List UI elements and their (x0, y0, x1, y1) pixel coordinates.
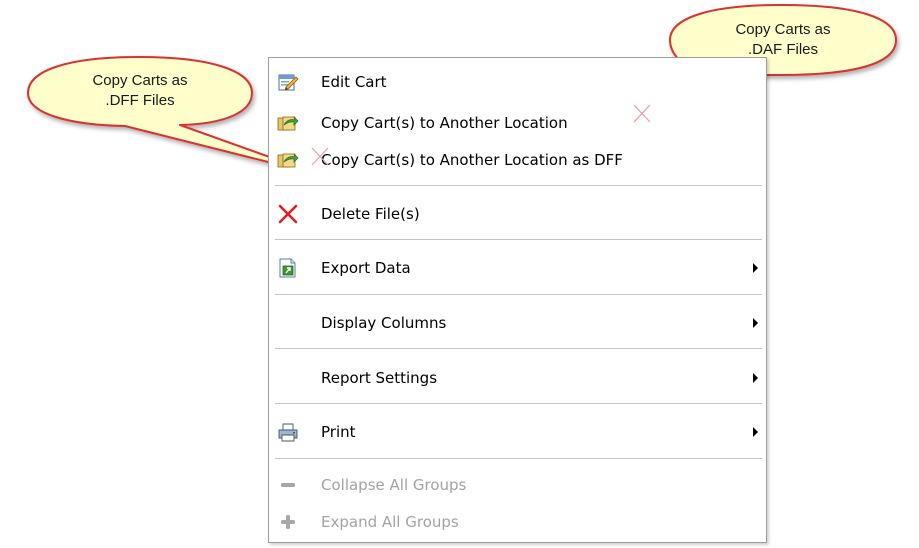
submenu-arrow-icon (753, 263, 758, 273)
menu-item-expand-all-groups[interactable]: Expand All Groups (271, 507, 764, 537)
menu-item-label: Edit Cart (321, 73, 387, 91)
menu-item-label: Display Columns (321, 314, 447, 332)
menu-separator (275, 239, 762, 240)
printer-icon (277, 422, 299, 442)
export-data-icon (277, 258, 299, 278)
menu-item-label: Copy Cart(s) to Another Location as DFF (321, 151, 623, 169)
menu-item-copy-carts[interactable]: Copy Cart(s) to Another Location (271, 108, 764, 138)
menu-item-label: Collapse All Groups (321, 476, 467, 494)
menu-item-report-settings[interactable]: Report Settings (271, 363, 764, 393)
menu-item-label: Export Data (321, 259, 411, 277)
menu-item-print[interactable]: Print (271, 417, 764, 447)
plus-icon (277, 512, 299, 532)
edit-cart-icon (277, 72, 299, 92)
menu-item-label: Print (321, 423, 356, 441)
callout-daf-text: Copy Carts as .DAF Files (735, 21, 831, 58)
menu-separator (275, 348, 762, 349)
menu-item-label: Report Settings (321, 369, 438, 387)
minus-icon (277, 475, 299, 495)
context-menu: Edit Cart Copy Cart(s) to Another Locati… (268, 57, 767, 543)
menu-item-label: Copy Cart(s) to Another Location (321, 114, 568, 132)
callout-dff-text: Copy Carts as .DFF Files (92, 72, 188, 109)
submenu-arrow-icon (753, 427, 758, 437)
menu-separator (275, 185, 762, 186)
menu-item-display-columns[interactable]: Display Columns (271, 308, 764, 338)
menu-separator (275, 403, 762, 404)
menu-item-delete-files[interactable]: Delete File(s) (271, 199, 764, 229)
menu-item-edit-cart[interactable]: Edit Cart (271, 67, 764, 97)
menu-item-collapse-all-groups[interactable]: Collapse All Groups (271, 470, 764, 500)
delete-icon (277, 204, 299, 224)
copy-carts-icon (277, 113, 299, 133)
menu-item-label: Expand All Groups (321, 513, 459, 531)
menu-item-export-data[interactable]: Export Data (271, 253, 764, 283)
submenu-arrow-icon (753, 373, 758, 383)
menu-item-copy-carts-dff[interactable]: Copy Cart(s) to Another Location as DFF (271, 145, 764, 175)
menu-separator (275, 294, 762, 295)
copy-carts-dff-icon (277, 150, 299, 170)
menu-item-label: Delete File(s) (321, 205, 420, 223)
submenu-arrow-icon (753, 318, 758, 328)
menu-separator (275, 458, 762, 459)
